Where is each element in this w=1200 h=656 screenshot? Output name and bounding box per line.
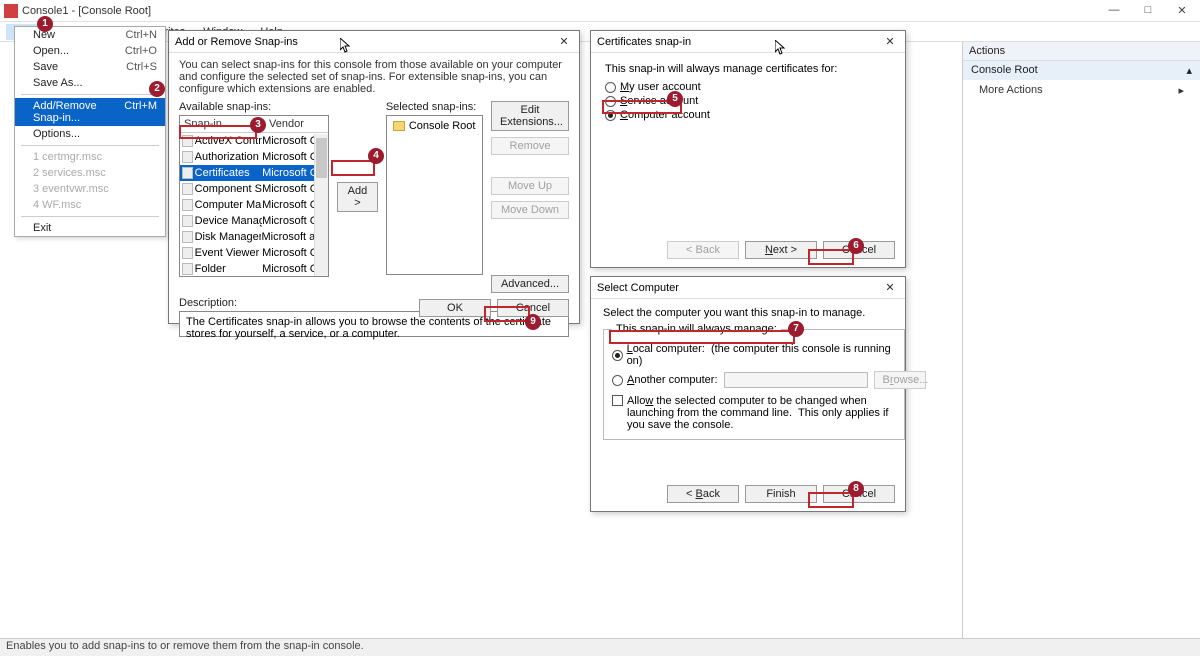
close-icon[interactable]: ✕ bbox=[555, 35, 573, 48]
select-computer-dialog: Select Computer ✕ Select the computer yo… bbox=[590, 276, 906, 512]
certificates-snapin-dialog: Certificates snap-in ✕ This snap-in will… bbox=[590, 30, 906, 268]
list-item[interactable]: Device ManagerMicrosoft Cor... bbox=[180, 213, 328, 229]
radio-my-user-account[interactable]: MMy user accounty user account bbox=[605, 81, 891, 93]
col-vendor: Vendor bbox=[265, 116, 308, 132]
dialog-title: Add or Remove Snap-ins bbox=[175, 36, 298, 48]
cancel-button[interactable]: Cancel bbox=[823, 241, 895, 259]
list-item[interactable]: Disk ManagementMicrosoft and... bbox=[180, 229, 328, 245]
dialog-title: Select Computer bbox=[597, 282, 679, 294]
available-snapins-label: Available snap-ins: bbox=[179, 101, 329, 113]
file-menu-open[interactable]: Open...Ctrl+O bbox=[15, 43, 165, 59]
list-item[interactable]: ActiveX ControlMicrosoft Cor... bbox=[180, 133, 328, 149]
maximize-button[interactable]: □ bbox=[1138, 4, 1158, 17]
file-menu-recent-3[interactable]: 3 eventvwr.msc bbox=[15, 181, 165, 197]
radio-computer-account[interactable]: Computer account bbox=[605, 109, 891, 121]
snapin-icon bbox=[182, 183, 193, 195]
file-menu-add-remove-snapin[interactable]: Add/Remove Snap-in...Ctrl+M bbox=[15, 98, 165, 126]
edit-extensions-button[interactable]: Edit Extensions... bbox=[491, 101, 569, 131]
actions-root-label: Console Root bbox=[971, 64, 1038, 77]
list-item[interactable]: FolderMicrosoft Cor... bbox=[180, 261, 328, 277]
actions-header: Actions bbox=[963, 42, 1200, 61]
window-title: Console1 - [Console Root] bbox=[22, 5, 1104, 17]
file-menu-recent-2[interactable]: 2 services.msc bbox=[15, 165, 165, 181]
allow-change-checkbox[interactable] bbox=[612, 395, 623, 406]
selcomp-group-label: This snap-in will always manage: bbox=[612, 323, 781, 335]
snapin-icon bbox=[182, 167, 193, 179]
ok-button[interactable]: OK bbox=[419, 299, 491, 317]
snapin-icon bbox=[182, 199, 193, 211]
minimize-button[interactable]: — bbox=[1104, 4, 1124, 17]
file-menu-recent-1[interactable]: 1 certmgr.msc bbox=[15, 149, 165, 165]
list-item[interactable]: Component ServicesMicrosoft Cor... bbox=[180, 181, 328, 197]
actions-more[interactable]: More Actions ▸ bbox=[963, 80, 1200, 101]
snapin-icon bbox=[182, 247, 193, 259]
collapse-icon: ▴ bbox=[1186, 64, 1192, 77]
next-button[interactable]: Next > bbox=[745, 241, 817, 259]
selected-snapins-label: Selected snap-ins: bbox=[386, 101, 483, 113]
snapin-icon bbox=[182, 135, 193, 147]
cancel-button[interactable]: Cancel bbox=[497, 299, 569, 317]
snapin-icon bbox=[182, 215, 193, 227]
tree-node-console-root[interactable]: Console Root bbox=[393, 120, 476, 132]
available-snapins-list[interactable]: Snap-inVendor ActiveX ControlMicrosoft C… bbox=[179, 115, 329, 277]
snapin-icon bbox=[182, 231, 193, 243]
selected-snapins-tree[interactable]: Console Root bbox=[386, 115, 483, 275]
move-up-button: Move Up bbox=[491, 177, 569, 195]
list-item[interactable]: Authorization ManagerMicrosoft Cor... bbox=[180, 149, 328, 165]
back-button[interactable]: < Back bbox=[667, 485, 739, 503]
scrollbar[interactable] bbox=[314, 134, 328, 276]
cancel-button[interactable]: Cancel bbox=[823, 485, 895, 503]
dialog-title: Certificates snap-in bbox=[597, 36, 691, 48]
selcomp-intro: Select the computer you want this snap-i… bbox=[603, 307, 893, 319]
dialog-description: You can select snap-ins for this console… bbox=[169, 53, 579, 95]
radio-service-account[interactable]: Service account bbox=[605, 95, 891, 107]
snapin-icon bbox=[182, 151, 193, 163]
chevron-right-icon: ▸ bbox=[1178, 84, 1184, 97]
another-computer-input bbox=[724, 372, 868, 388]
list-item[interactable]: Computer Managem...Microsoft Cor... bbox=[180, 197, 328, 213]
remove-button: Remove bbox=[491, 137, 569, 155]
allow-change-label: Allow the selected computer to be change… bbox=[627, 395, 896, 431]
file-menu-dropdown: NewCtrl+N Open...Ctrl+O SaveCtrl+S Save … bbox=[14, 26, 166, 237]
add-button[interactable]: Add > bbox=[337, 182, 378, 212]
file-menu-save[interactable]: SaveCtrl+S bbox=[15, 59, 165, 75]
back-button: < Back bbox=[667, 241, 739, 259]
close-icon[interactable]: ✕ bbox=[881, 35, 899, 48]
list-item[interactable]: CertificatesMicrosoft Cor... bbox=[180, 165, 328, 181]
file-menu-new[interactable]: NewCtrl+N bbox=[15, 27, 165, 43]
file-menu-recent-4[interactable]: 4 WF.msc bbox=[15, 197, 165, 213]
app-icon bbox=[4, 4, 18, 18]
file-menu-save-as[interactable]: Save As... bbox=[15, 75, 165, 91]
radio-local-computer[interactable]: Local computer: (the computer this conso… bbox=[612, 343, 896, 367]
browse-button: Browse... bbox=[874, 371, 926, 389]
file-menu-exit[interactable]: Exit bbox=[15, 220, 165, 236]
actions-pane: Actions Console Root ▴ More Actions ▸ bbox=[962, 42, 1200, 638]
close-button[interactable]: ✕ bbox=[1172, 4, 1192, 17]
add-remove-snapins-dialog: Add or Remove Snap-ins ✕ You can select … bbox=[168, 30, 580, 324]
actions-console-root[interactable]: Console Root ▴ bbox=[963, 61, 1200, 80]
col-snapin: Snap-in bbox=[180, 116, 265, 132]
advanced-button[interactable]: Advanced... bbox=[491, 275, 569, 293]
close-icon[interactable]: ✕ bbox=[881, 281, 899, 294]
status-bar: Enables you to add snap-ins to or remove… bbox=[0, 638, 1200, 656]
finish-button[interactable]: Finish bbox=[745, 485, 817, 503]
move-down-button: Move Down bbox=[491, 201, 569, 219]
title-bar: Console1 - [Console Root] — □ ✕ bbox=[0, 0, 1200, 22]
actions-more-label: More Actions bbox=[979, 84, 1043, 97]
radio-another-computer[interactable]: Another computer: bbox=[612, 374, 718, 386]
folder-icon bbox=[393, 121, 405, 131]
list-item[interactable]: Event ViewerMicrosoft Cor... bbox=[180, 245, 328, 261]
snapin-icon bbox=[182, 263, 193, 275]
cert-intro: This snap-in will always manage certific… bbox=[605, 63, 891, 75]
file-menu-options[interactable]: Options... bbox=[15, 126, 165, 142]
